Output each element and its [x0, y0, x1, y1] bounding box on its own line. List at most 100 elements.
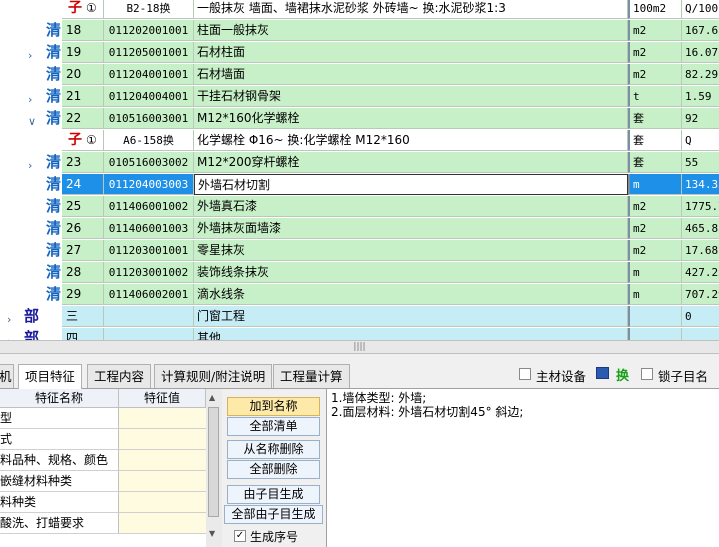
feature-row[interactable]: 式 — [0, 429, 206, 450]
item-name[interactable]: 装饰线条抹灰 — [194, 262, 628, 283]
item-name[interactable]: 零星抹灰 — [194, 240, 628, 261]
item-quantity[interactable] — [682, 328, 719, 340]
item-quantity[interactable]: 82.29 — [682, 64, 719, 85]
monitor-icon[interactable] — [596, 367, 609, 379]
item-quantity[interactable]: Q — [682, 130, 719, 151]
bill-row[interactable]: 清 20 011204001001 石材墙面 m2 82.29 — [0, 64, 719, 86]
feature-value-cell[interactable] — [119, 450, 206, 471]
bill-row[interactable]: 清 26 011406001003 外墙抹灰面墙漆 m2 465.8 — [0, 218, 719, 240]
tab-work-content[interactable]: 工程内容 — [87, 364, 152, 388]
bill-row[interactable]: › 清 23 010516003002 M12*200穿杆螺栓套 55 — [0, 152, 719, 174]
feature-value-cell[interactable] — [119, 408, 206, 429]
item-name[interactable]: 一般抹灰 墙面、墙裙抹水泥砂浆 外砖墙~ 换:水泥砂浆1:3 — [194, 0, 628, 19]
expand-icon[interactable]: › — [28, 89, 32, 107]
feature-row[interactable]: 型 — [0, 408, 206, 429]
feature-row[interactable]: 料种类 — [0, 492, 206, 513]
item-name[interactable]: 其他 — [194, 328, 628, 340]
item-quantity[interactable]: 427.25 — [682, 262, 719, 283]
part-row[interactable]: ›部四其他 — [0, 328, 719, 340]
item-name[interactable]: 外墙真石漆 — [194, 196, 628, 217]
clear-all-button[interactable]: 全部清单 — [227, 417, 320, 436]
tab-quantity-calc[interactable]: 工程量计算 — [273, 364, 350, 388]
item-unit[interactable]: m2 — [628, 42, 682, 63]
item-code[interactable]: 011406001002 — [104, 196, 194, 217]
item-unit[interactable] — [628, 328, 682, 340]
item-quantity[interactable]: 16.07 — [682, 42, 719, 63]
tab-machine[interactable]: 机 — [0, 364, 14, 388]
feature-value-cell[interactable] — [119, 471, 206, 492]
item-name[interactable]: 外墙抹灰面墙漆 — [194, 218, 628, 239]
item-name[interactable]: 柱面一般抹灰 — [194, 20, 628, 41]
item-code[interactable]: 011406002001 — [104, 284, 194, 305]
lock-name-checkbox[interactable] — [641, 368, 653, 380]
generate-from-sub-button[interactable]: 由子目生成 — [227, 485, 320, 504]
item-code[interactable]: A6-158换 — [104, 130, 194, 151]
item-unit[interactable]: m — [628, 284, 682, 305]
item-name[interactable]: 石材墙面 — [194, 64, 628, 85]
item-name[interactable]: 门窗工程 — [194, 306, 628, 327]
scroll-thumb[interactable] — [208, 407, 219, 517]
item-code[interactable] — [104, 306, 194, 327]
delete-from-name-button[interactable]: 从名称删除 — [227, 440, 320, 459]
item-quantity[interactable]: 1775.7 — [682, 196, 719, 217]
item-name[interactable]: M12*160化学螺栓 — [194, 108, 628, 129]
expand-icon[interactable]: › — [7, 331, 11, 340]
item-unit[interactable]: m — [628, 174, 682, 195]
item-code[interactable]: 011204003003 — [104, 174, 194, 195]
item-unit[interactable]: 100m2 — [628, 0, 682, 19]
bill-row[interactable]: › 清 21 011204004001 干挂石材钢骨架 t 1.59 — [0, 86, 719, 108]
feature-value-cell[interactable] — [119, 513, 206, 534]
item-name[interactable]: 外墙石材切割 — [194, 174, 628, 195]
part-row[interactable]: › 部三门窗工程 0 — [0, 306, 719, 328]
item-name[interactable]: 石材柱面 — [194, 42, 628, 63]
bill-row[interactable]: 清 27 011203001001 零星抹灰 m2 17.68 — [0, 240, 719, 262]
item-unit[interactable] — [628, 306, 682, 327]
delete-all-button[interactable]: 全部删除 — [227, 460, 320, 479]
item-quantity[interactable]: 1.59 — [682, 86, 719, 107]
bill-row[interactable]: 清24011204003003外墙石材切割m134.35 — [0, 174, 719, 196]
item-code[interactable]: 011203001001 — [104, 240, 194, 261]
horizontal-splitter[interactable]: |||| — [0, 340, 719, 354]
item-unit[interactable]: 套 — [628, 108, 682, 129]
feature-row[interactable]: 酸洗、打蜡要求 — [0, 513, 206, 534]
item-name[interactable]: 干挂石材钢骨架 — [194, 86, 628, 107]
item-quantity[interactable]: 55 — [682, 152, 719, 173]
item-code[interactable]: 011406001003 — [104, 218, 194, 239]
scroll-up-icon[interactable]: ▲ — [209, 393, 215, 402]
item-code[interactable]: 011202001001 — [104, 20, 194, 41]
item-unit[interactable]: m2 — [628, 196, 682, 217]
feature-description-text[interactable]: 1.墙体类型: 外墙; 2.面层材料: 外墙石材切割45° 斜边; — [326, 389, 719, 547]
item-unit[interactable]: m2 — [628, 240, 682, 261]
scroll-down-icon[interactable]: ▼ — [209, 529, 215, 538]
add-to-name-button[interactable]: 加到名称 — [227, 397, 320, 416]
item-unit[interactable]: 套 — [628, 130, 682, 151]
item-code[interactable]: 010516003002 — [104, 152, 194, 173]
item-code[interactable]: 011203001002 — [104, 262, 194, 283]
sub-item-row[interactable]: 子 ① A6-158换 化学螺栓 Φ16~ 换:化学螺栓 M12*160 套 Q — [0, 130, 719, 152]
feature-value-cell[interactable] — [119, 429, 206, 450]
item-quantity[interactable]: 0 — [682, 306, 719, 327]
expand-icon[interactable]: › — [7, 309, 11, 327]
item-quantity[interactable]: 92 — [682, 108, 719, 129]
collapse-icon[interactable]: ∨ — [28, 111, 36, 129]
item-name[interactable]: 化学螺栓 Φ16~ 换:化学螺栓 M12*160 — [194, 130, 628, 151]
main-material-checkbox[interactable] — [519, 368, 531, 380]
tab-calc-rules[interactable]: 计算规则/附注说明 — [154, 364, 273, 388]
bill-row[interactable]: › 清 19 011205001001 石材柱面 m2 16.07 — [0, 42, 719, 64]
feature-row[interactable]: 料品种、规格、颜色 — [0, 450, 206, 471]
expand-icon[interactable]: › — [28, 45, 32, 63]
item-code[interactable]: B2-18换 — [104, 0, 194, 19]
item-quantity[interactable]: 134.35 — [682, 174, 719, 195]
bill-row[interactable]: ∨ 清 22 010516003001 M12*160化学螺栓套 92 — [0, 108, 719, 130]
item-code[interactable]: 010516003001 — [104, 108, 194, 129]
item-quantity[interactable]: 167.6 — [682, 20, 719, 41]
item-unit[interactable]: m2 — [628, 64, 682, 85]
feature-value-cell[interactable] — [119, 492, 206, 513]
item-code[interactable]: 011204004001 — [104, 86, 194, 107]
item-name[interactable]: 滴水线条 — [194, 284, 628, 305]
item-unit[interactable]: m2 — [628, 218, 682, 239]
item-code[interactable]: 011204001001 — [104, 64, 194, 85]
bill-row[interactable]: 清29011406002001滴水线条m707.29 — [0, 284, 719, 306]
feature-row[interactable]: 嵌缝材料种类 — [0, 471, 206, 492]
generate-all-from-sub-button[interactable]: 全部由子目生成 — [224, 505, 323, 524]
